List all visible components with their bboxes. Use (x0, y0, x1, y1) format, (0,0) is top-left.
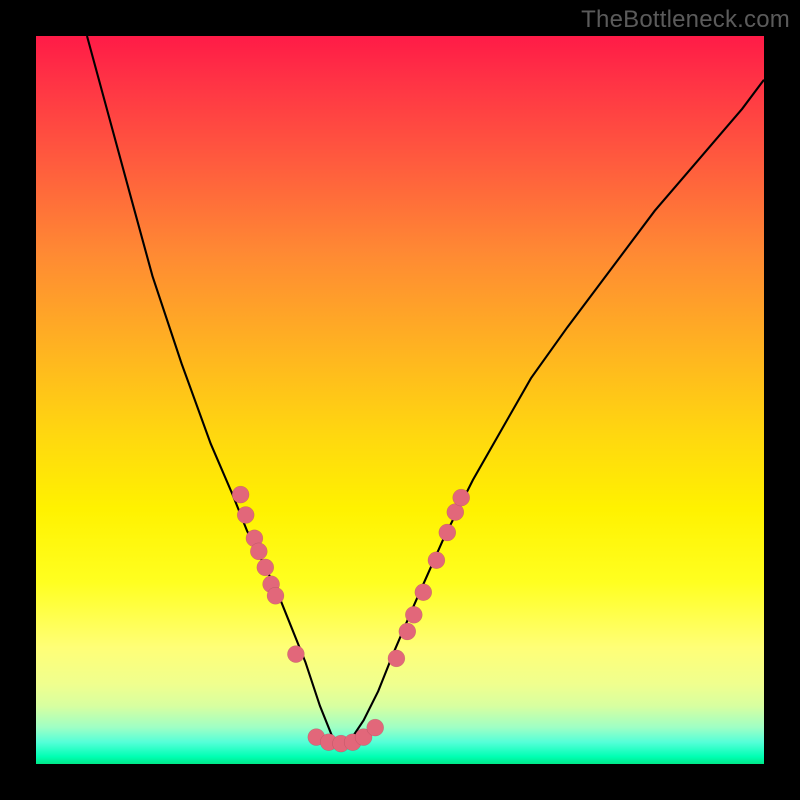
chart-svg (36, 36, 764, 764)
data-point (232, 486, 249, 503)
data-point (237, 507, 254, 524)
data-point (415, 584, 432, 601)
data-point (453, 489, 470, 506)
data-point (439, 524, 456, 541)
data-point (267, 587, 284, 604)
watermark-label: TheBottleneck.com (581, 6, 790, 34)
data-point (287, 646, 304, 663)
bottleneck-curve (87, 36, 764, 742)
data-point (257, 559, 274, 576)
data-point (428, 552, 445, 569)
chart-frame: TheBottleneck.com (0, 0, 800, 800)
data-point (250, 543, 267, 560)
data-points-group (232, 486, 470, 752)
data-point (388, 650, 405, 667)
plot-area (36, 36, 764, 764)
data-point (367, 719, 384, 736)
data-point (405, 606, 422, 623)
data-point (399, 623, 416, 640)
